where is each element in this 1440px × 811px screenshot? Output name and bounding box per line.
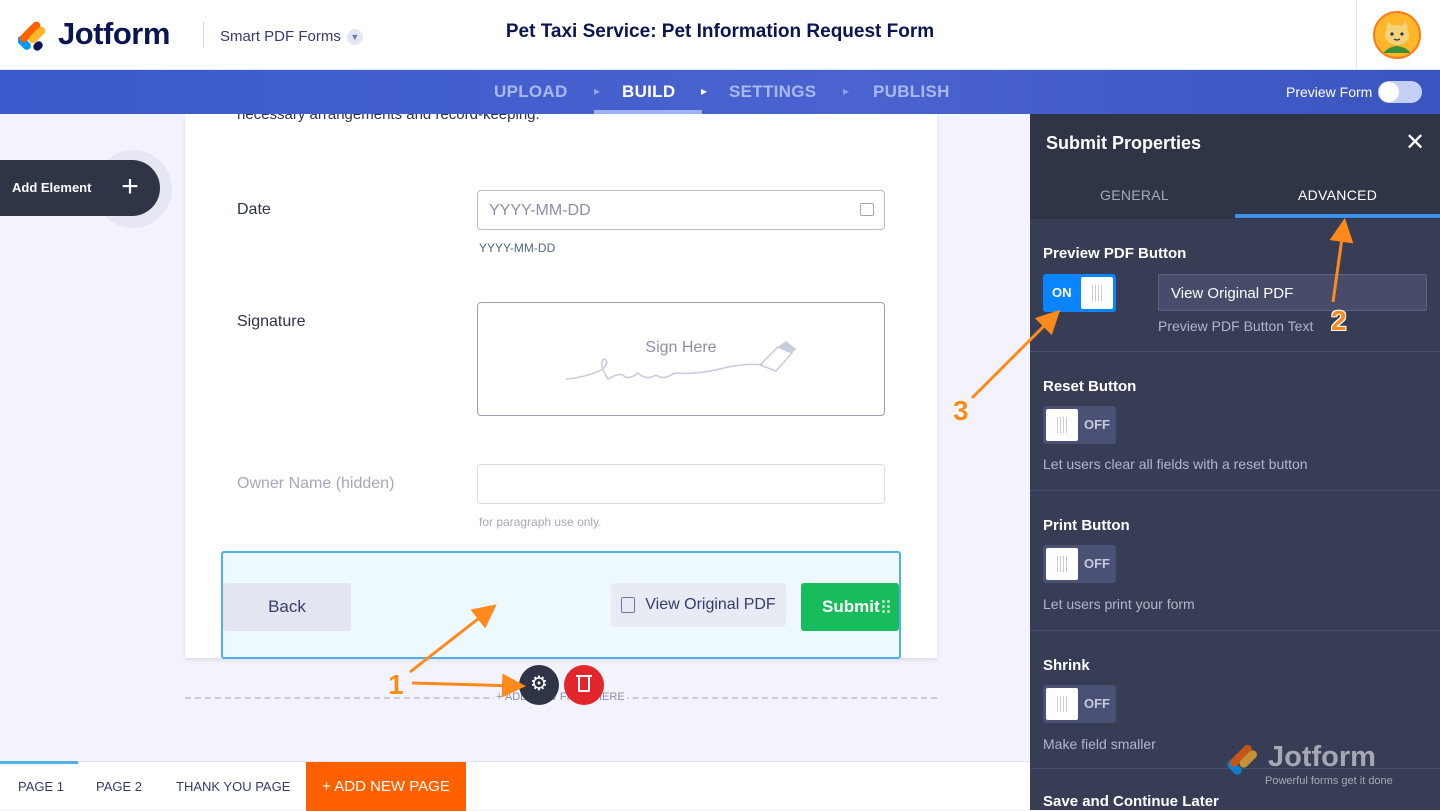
owner-name-sublabel: for paragraph use only. [479, 515, 602, 529]
preview-form-toggle[interactable] [1378, 81, 1422, 103]
shrink-desc: Make field smaller [1043, 736, 1156, 752]
signature-label: Signature [237, 313, 306, 330]
shrink-toggle[interactable]: OFF [1043, 685, 1116, 723]
nav-arrow-icon: ▸ [843, 84, 850, 98]
owner-name-input[interactable] [477, 464, 885, 504]
view-pdf-label: View Original PDF [645, 596, 776, 613]
date-label: Date [237, 201, 271, 218]
add-new-field-link[interactable]: + ADD NEW FIELD HERE [494, 691, 627, 703]
nav-arrow-icon: ▸ [701, 84, 708, 98]
annotation-2: 2 [1331, 305, 1347, 336]
print-button-section: Print Button OFF Let users print your fo… [1030, 491, 1440, 631]
active-page-indicator [0, 761, 78, 764]
toggle-knob [1081, 277, 1113, 309]
preview-pdf-text-input[interactable]: View Original PDF [1158, 274, 1427, 311]
page-tabs: PAGE 1 PAGE 2 THANK YOU PAGE + ADD NEW P… [0, 761, 1030, 811]
nav-build[interactable]: BUILD [622, 82, 675, 102]
gear-icon[interactable]: ⚙ [519, 665, 559, 705]
toggle-state: OFF [1084, 696, 1110, 711]
avatar-container [1356, 0, 1440, 70]
calendar-icon[interactable] [860, 203, 874, 216]
tab-advanced[interactable]: ADVANCED [1298, 187, 1377, 203]
reset-button-desc: Let users clear all fields with a reset … [1043, 456, 1308, 472]
nav-settings[interactable]: SETTINGS [729, 82, 816, 102]
add-element-button[interactable]: Add Element + [0, 160, 160, 216]
reset-button-section: Reset Button OFF Let users clear all fie… [1030, 352, 1440, 491]
preview-pdf-text-sublabel: Preview PDF Button Text [1158, 318, 1314, 334]
preview-form-label: Preview Form [1286, 84, 1373, 100]
tab-page-1[interactable]: PAGE 1 [18, 779, 64, 794]
drag-handle-icon[interactable] [881, 599, 891, 613]
shrink-label: Shrink [1043, 657, 1090, 674]
panel-header: Submit Properties ✕ [1030, 114, 1440, 169]
toggle-knob [1046, 548, 1078, 580]
active-tab-underline [1235, 214, 1440, 218]
pdf-file-icon [621, 597, 636, 613]
nav-publish[interactable]: PUBLISH [873, 82, 950, 102]
print-button-toggle[interactable]: OFF [1043, 545, 1116, 583]
submit-label: Submit [822, 597, 880, 616]
watermark-brand: Jotform [1268, 741, 1376, 773]
submit-field-selected[interactable]: Back View Original PDF Submit [221, 551, 901, 659]
submit-button[interactable]: Submit [801, 583, 899, 631]
toggle-knob [1046, 409, 1078, 441]
step-nav: UPLOAD ▸ BUILD ▸ SETTINGS ▸ PUBLISH Prev… [0, 70, 1440, 114]
tab-general[interactable]: GENERAL [1100, 187, 1169, 203]
jotform-watermark-icon [1227, 744, 1257, 775]
submit-properties-panel: Submit Properties ✕ GENERAL ADVANCED Pre… [1030, 114, 1440, 810]
user-avatar[interactable] [1373, 11, 1421, 59]
nav-arrow-icon: ▸ [594, 84, 601, 98]
preview-pdf-label: Preview PDF Button [1043, 245, 1187, 262]
panel-title: Submit Properties [1046, 133, 1202, 153]
plus-icon: + [106, 164, 154, 212]
toggle-state: ON [1052, 285, 1072, 300]
close-icon[interactable]: ✕ [1405, 128, 1425, 157]
annotation-1: 1 [388, 669, 404, 700]
form-title: Pet Taxi Service: Pet Information Reques… [505, 21, 935, 42]
toggle-state: OFF [1084, 556, 1110, 571]
trash-icon[interactable] [564, 665, 604, 705]
date-placeholder: YYYY-MM-DD [489, 202, 591, 219]
reset-button-label: Reset Button [1043, 378, 1137, 395]
date-sublabel: YYYY-MM-DD [479, 241, 556, 255]
back-button[interactable]: Back [223, 583, 351, 631]
preview-pdf-toggle[interactable]: ON [1043, 274, 1116, 312]
save-continue-label: Save and Continue Later [1043, 793, 1219, 810]
annotation-3: 3 [953, 395, 969, 426]
reset-button-toggle[interactable]: OFF [1043, 406, 1116, 444]
nav-upload[interactable]: UPLOAD [494, 82, 568, 102]
panel-tabs: GENERAL ADVANCED [1030, 169, 1440, 219]
add-element-label: Add Element [12, 180, 92, 195]
tab-page-2[interactable]: PAGE 2 [96, 779, 142, 794]
print-button-label: Print Button [1043, 517, 1130, 534]
view-original-pdf-button[interactable]: View Original PDF [611, 583, 786, 627]
toggle-knob [1046, 688, 1078, 720]
signature-pad[interactable]: Sign Here [477, 302, 885, 416]
signature-pen-icon [565, 341, 796, 381]
top-bar: Jotform Smart PDF Forms ▼ Pet Taxi Servi… [0, 0, 1440, 70]
owner-name-label: Owner Name (hidden) [237, 475, 395, 492]
cat-avatar-icon [1375, 13, 1419, 57]
tab-thank-you-page[interactable]: THANK YOU PAGE [176, 779, 290, 794]
paragraph-text: necessary arrangements and record-keepin… [237, 114, 540, 123]
date-input[interactable]: YYYY-MM-DD [477, 190, 885, 230]
form-canvas: Add Element + necessary arrangements and… [0, 114, 1030, 761]
watermark-tagline: Powerful forms get it done [1265, 775, 1393, 787]
toggle-state: OFF [1084, 417, 1110, 432]
print-button-desc: Let users print your form [1043, 596, 1195, 612]
add-new-page-button[interactable]: + ADD NEW PAGE [306, 762, 466, 811]
